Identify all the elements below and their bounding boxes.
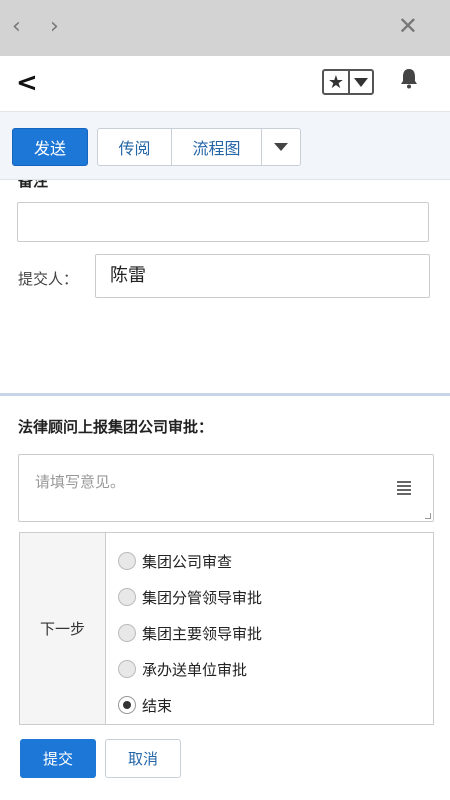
next-step-table: 下一步 集团公司审查 集团分管领导审批 集团主要领导审批 承办送单位审批 结束	[19, 532, 434, 725]
remark-input[interactable]	[17, 202, 429, 242]
chevron-down-icon	[350, 71, 372, 93]
flowchart-button[interactable]: 流程图	[172, 129, 262, 165]
option-label: 集团公司审查	[142, 552, 233, 571]
remark-label: 备注	[18, 180, 78, 194]
resize-handle[interactable]	[425, 513, 431, 519]
option-deputy-leader[interactable]: 集团分管领导审批	[106, 579, 433, 615]
page-header: <	[0, 56, 450, 112]
option-label: 结束	[142, 696, 173, 715]
option-group-review[interactable]: 集团公司审查	[106, 543, 433, 579]
browser-bar: ‹ › ✕	[0, 0, 450, 56]
action-button-group: 传阅 流程图	[97, 128, 301, 166]
option-unit-approval[interactable]: 承办送单位审批	[106, 651, 433, 687]
submit-button[interactable]: 提交	[20, 739, 96, 778]
radio-button[interactable]	[118, 624, 136, 642]
opinion-placeholder: 请填写意见。	[35, 473, 126, 491]
option-main-leader[interactable]: 集团主要领导审批	[106, 615, 433, 651]
option-label: 集团主要领导审批	[142, 624, 263, 643]
toolbar: 发送 传阅 流程图	[0, 112, 450, 180]
section-divider	[0, 393, 450, 396]
close-icon[interactable]: ✕	[398, 12, 418, 40]
back-icon[interactable]: <	[16, 68, 38, 98]
list-icon[interactable]	[397, 481, 411, 495]
approval-section-title: 法律顾问上报集团公司审批：	[18, 418, 214, 436]
option-label: 集团分管领导审批	[142, 588, 263, 607]
option-end[interactable]: 结束	[106, 687, 433, 723]
option-label: 承办送单位审批	[142, 660, 248, 679]
submitter-label: 提交人：	[18, 270, 79, 288]
remark-label-text: 备注	[18, 180, 49, 190]
cancel-button[interactable]: 取消	[105, 739, 181, 778]
radio-button[interactable]	[118, 660, 136, 678]
circulate-button[interactable]: 传阅	[98, 129, 172, 165]
more-dropdown-button[interactable]	[262, 129, 300, 165]
bell-icon[interactable]	[399, 67, 419, 94]
next-step-options: 集团公司审查 集团分管领导审批 集团主要领导审批 承办送单位审批 结束	[106, 533, 433, 724]
browser-forward-icon[interactable]: ›	[50, 14, 59, 39]
send-button[interactable]: 发送	[12, 128, 88, 166]
star-icon: ★	[324, 71, 350, 93]
favorite-dropdown[interactable]: ★	[322, 69, 374, 95]
next-step-label: 下一步	[20, 533, 106, 724]
radio-button[interactable]	[118, 588, 136, 606]
opinion-textarea[interactable]: 请填写意见。	[18, 454, 434, 522]
radio-button-selected[interactable]	[118, 696, 136, 714]
browser-back-icon[interactable]: ‹	[12, 14, 21, 39]
radio-button[interactable]	[118, 552, 136, 570]
submitter-field[interactable]: 陈雷	[95, 254, 430, 298]
